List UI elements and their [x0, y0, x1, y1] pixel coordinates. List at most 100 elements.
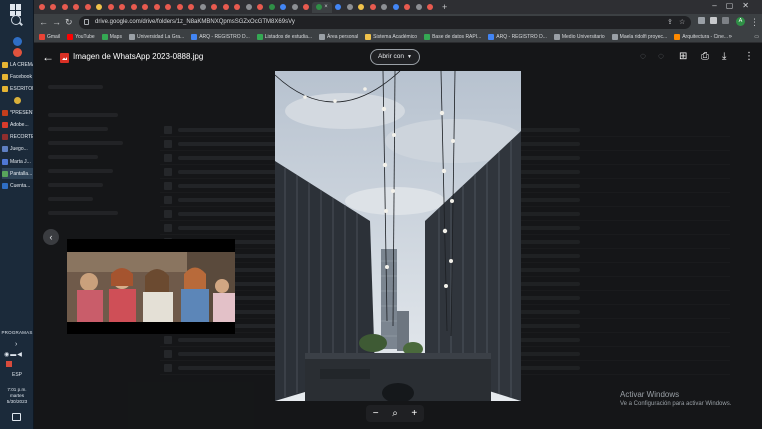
browser-tab[interactable] — [232, 2, 243, 13]
add-comment-icon[interactable]: ⊞ — [679, 51, 687, 63]
comment-icon[interactable]: ◌ — [640, 51, 646, 63]
lock-icon[interactable] — [84, 19, 89, 25]
close-viewer-icon[interactable]: ← — [42, 51, 54, 63]
open-with-button[interactable]: Abrir con ▼ — [370, 49, 420, 65]
clock[interactable]: 7:01 p.m. martes 5/30/2023 — [0, 387, 34, 405]
tab-close-icon[interactable]: × — [324, 4, 328, 10]
bookmark-item[interactable]: YouTube — [67, 33, 95, 40]
browser-tab[interactable] — [356, 2, 367, 13]
taskbar-app-item[interactable]: Marta J... — [2, 156, 33, 167]
extension-icon-1[interactable] — [698, 17, 705, 24]
bookmark-label: Sistema Académico — [373, 33, 418, 40]
tray-icons[interactable]: ◉▬◀ — [4, 351, 23, 358]
new-tab-button[interactable]: + — [442, 2, 447, 12]
back-icon[interactable]: ← — [39, 17, 48, 28]
previous-file-icon[interactable]: ‹ — [43, 229, 59, 245]
browser-tab[interactable] — [209, 2, 220, 13]
forward-icon[interactable]: → — [52, 17, 61, 28]
security-icon[interactable] — [6, 361, 12, 367]
menu-dots-icon[interactable]: ⋮ — [750, 17, 759, 28]
taskbar-app-item[interactable]: Juego... — [2, 143, 33, 154]
browser-tab[interactable] — [128, 2, 139, 13]
bookmark-item[interactable]: ARQ - REGISTRO D... — [488, 33, 547, 40]
bookmark-item[interactable]: Universidad La Gra... — [128, 33, 184, 40]
app-icon-chrome[interactable] — [13, 48, 22, 57]
print-icon[interactable]: ⎙ — [701, 51, 709, 63]
more-actions-icon[interactable]: ⋮ — [744, 51, 754, 63]
bookmark-item[interactable]: Base de datos RAPI... — [424, 33, 481, 40]
browser-tab[interactable] — [59, 2, 70, 13]
zoom-out-button[interactable]: − — [373, 408, 379, 419]
bookmark-item[interactable]: Listados de estudia... — [256, 33, 312, 40]
star-icon[interactable]: ☆ — [679, 18, 685, 26]
taskbar-app-item[interactable]: RECORTES — [2, 131, 33, 142]
taskbar-app-item[interactable]: Cuenta... — [2, 180, 33, 191]
browser-tab[interactable] — [413, 2, 424, 13]
browser-tab[interactable] — [94, 2, 105, 13]
bookmark-item[interactable]: Gmail — [39, 33, 60, 40]
language-indicator[interactable]: ESP — [0, 372, 34, 378]
url-text[interactable]: drive.google.com/drive/folders/1z_N8aKMB… — [95, 16, 295, 29]
app-icon-chrome-small[interactable] — [14, 97, 21, 104]
share-icon[interactable]: ⇪ — [667, 18, 673, 26]
browser-tab[interactable] — [48, 2, 59, 13]
open-new-icon[interactable]: ◌ — [658, 51, 664, 63]
profile-avatar[interactable]: A — [736, 17, 745, 26]
taskbar-app-item[interactable]: Pantalla... — [2, 168, 33, 179]
browser-tab[interactable] — [425, 2, 436, 13]
browser-tab[interactable] — [197, 2, 208, 13]
browser-tab[interactable] — [266, 2, 277, 13]
url-bar[interactable]: drive.google.com/drive/folders/1z_N8aKMB… — [79, 16, 691, 29]
browser-tab[interactable] — [243, 2, 254, 13]
browser-tab[interactable] — [117, 2, 128, 13]
bookmark-item[interactable]: Maps — [101, 33, 122, 40]
browser-tab[interactable] — [174, 2, 185, 13]
browser-tab[interactable] — [151, 2, 162, 13]
download-icon[interactable]: ⤓ — [722, 51, 726, 63]
browser-tab[interactable] — [220, 2, 231, 13]
browser-tab[interactable] — [367, 2, 378, 13]
bookmark-item[interactable]: Maela ridolfi proyec... — [611, 33, 667, 40]
browser-tab[interactable] — [402, 2, 413, 13]
window-controls[interactable]: –▢✕ — [712, 1, 758, 10]
floating-video-thumbnail[interactable] — [67, 239, 235, 334]
extensions-puzzle-icon[interactable] — [710, 17, 717, 24]
taskbar-app-item[interactable]: Adobe... — [2, 119, 33, 130]
browser-tab[interactable] — [344, 2, 355, 13]
browser-tab[interactable] — [289, 2, 300, 13]
browser-tab[interactable] — [71, 2, 82, 13]
bookmark-item[interactable]: Arquitectura - Cine... — [674, 33, 728, 40]
taskbar-app-item[interactable]: *PRESENT... — [2, 107, 33, 118]
notification-icon[interactable] — [12, 413, 21, 421]
browser-tab[interactable] — [186, 2, 197, 13]
browser-tab[interactable] — [390, 2, 401, 13]
taskbar-app-item[interactable]: Facebook — [2, 71, 33, 82]
zoom-in-button[interactable]: + — [411, 408, 417, 419]
zoom-fit-icon[interactable]: ⌕ — [392, 408, 398, 419]
bookmark-item[interactable]: Medio Universitario — [553, 33, 605, 40]
browser-tab[interactable] — [255, 2, 266, 13]
chevron-right-icon[interactable]: › — [15, 341, 17, 348]
bookmark-item[interactable]: Sistema Académico — [365, 33, 418, 40]
browser-tab[interactable] — [140, 2, 151, 13]
browser-tab[interactable] — [278, 2, 289, 13]
reload-icon[interactable]: ↻ — [65, 17, 73, 28]
app-icon-edge[interactable] — [13, 37, 22, 46]
browser-tab[interactable] — [333, 2, 344, 13]
browser-tab[interactable] — [36, 2, 47, 13]
bookmark-item[interactable]: ARQ - REGISTRO D... — [191, 33, 250, 40]
viewer-toolbar: ← Imagen de WhatsApp 2023-0888.jpg Abrir… — [34, 43, 762, 73]
browser-tab[interactable] — [301, 2, 312, 13]
search-icon[interactable] — [11, 15, 21, 25]
browser-tab[interactable] — [82, 2, 93, 13]
browser-tab[interactable] — [105, 2, 116, 13]
browser-tab[interactable] — [379, 2, 390, 13]
bookmark-item[interactable]: Área personal — [319, 33, 358, 40]
browser-tab[interactable] — [163, 2, 174, 13]
bookmarks-more-button[interactable]: » — [729, 31, 732, 43]
taskbar-app-item[interactable]: ESCRITORIO — [2, 83, 33, 94]
side-panel-icon[interactable] — [722, 17, 729, 24]
all-bookmarks-button[interactable]: ▭ — [754, 31, 759, 43]
taskbar-app-item[interactable]: LA CREMA — [2, 59, 33, 70]
browser-tab-active[interactable]: × — [312, 1, 332, 13]
